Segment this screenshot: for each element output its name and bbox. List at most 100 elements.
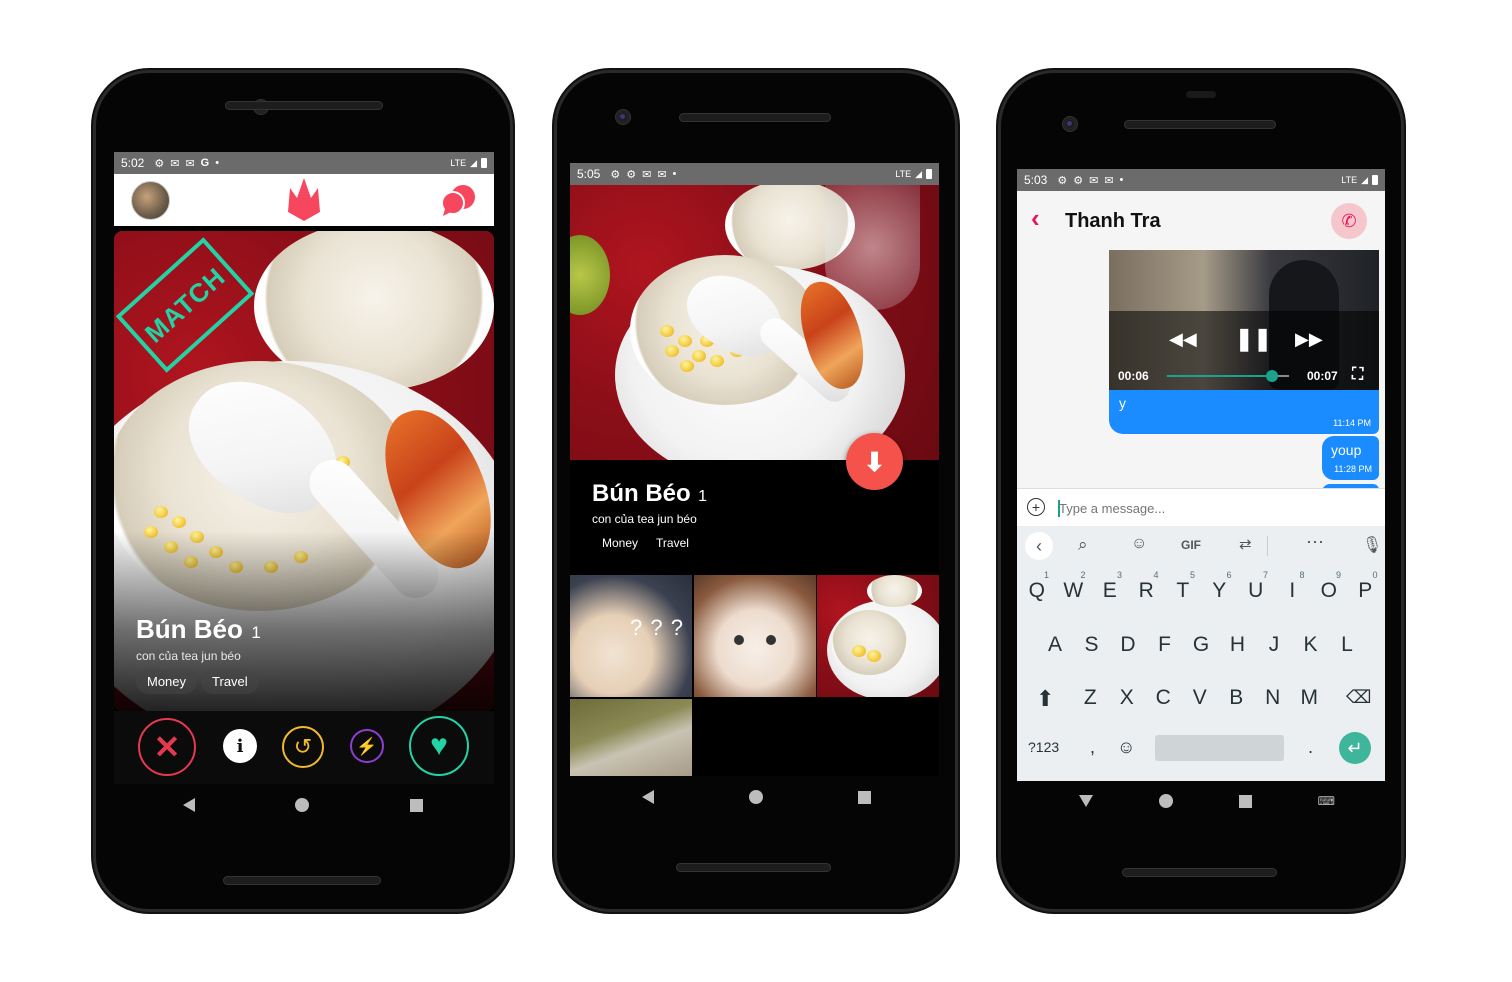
earpiece-speaker — [1124, 120, 1276, 129]
gear-icon: ⚙ — [154, 157, 165, 170]
profile-age: 1 — [698, 488, 708, 505]
key-z[interactable]: Z — [1072, 686, 1109, 710]
enter-button[interactable]: ↵ — [1339, 732, 1371, 764]
key-label: R — [1138, 579, 1154, 602]
search-icon[interactable]: ⌕ — [1078, 535, 1088, 555]
grid-photo-cat[interactable] — [694, 575, 816, 697]
call-button[interactable]: ✆ — [1331, 203, 1367, 239]
home-icon[interactable] — [295, 798, 310, 812]
chat-title: Thanh Tra — [1065, 210, 1161, 232]
gif-button[interactable]: GIF — [1181, 538, 1201, 552]
fast-forward-icon[interactable]: ▶▶ — [1295, 329, 1323, 350]
key-m[interactable]: M — [1291, 686, 1328, 710]
emoji-icon[interactable]: ☺ — [1117, 737, 1135, 758]
key-p[interactable]: 0P — [1347, 570, 1384, 603]
grid-photo-cat-sleeping[interactable] — [570, 699, 692, 776]
video-message[interactable]: ◀◀ ❚❚ ▶▶ 00:06 00:07 ⛶ — [1109, 250, 1379, 390]
message-input[interactable] — [1059, 495, 1359, 521]
key-x[interactable]: X — [1109, 686, 1146, 710]
status-right: LTE ◢ — [1341, 175, 1378, 186]
card-info: Bún Béo 1 con của tea jun béo Money Trav… — [136, 614, 261, 694]
key-q[interactable]: 1Q — [1019, 570, 1056, 603]
video-seekbar[interactable] — [1167, 370, 1289, 382]
key-j[interactable]: J — [1256, 633, 1293, 657]
nope-button[interactable]: ✕ — [138, 718, 196, 776]
key-r[interactable]: 4R — [1128, 570, 1165, 603]
translate-icon[interactable]: ⇄ — [1239, 535, 1252, 553]
key-s[interactable]: S — [1073, 633, 1110, 657]
recents-icon[interactable] — [857, 790, 871, 804]
card-tags: Money Travel — [136, 669, 261, 694]
comma-key[interactable]: , — [1090, 737, 1095, 758]
key-e[interactable]: 3E — [1092, 570, 1129, 603]
avatar[interactable] — [131, 181, 170, 220]
video-seekbar-thumb[interactable] — [1265, 370, 1278, 382]
key-hint: 8 — [1299, 570, 1305, 580]
flame-logo-icon[interactable] — [286, 176, 322, 222]
key-a[interactable]: A — [1037, 633, 1074, 657]
add-attachment-icon[interactable]: + — [1027, 498, 1045, 516]
key-label: W — [1063, 579, 1084, 602]
key-w[interactable]: 2W — [1055, 570, 1092, 603]
key-d[interactable]: D — [1110, 633, 1147, 657]
gear-icon: ⚙ — [1073, 174, 1084, 187]
rewind-button[interactable]: ↺ — [282, 726, 324, 768]
key-f[interactable]: F — [1146, 633, 1183, 657]
key-u[interactable]: 7U — [1238, 570, 1275, 603]
symbols-key[interactable]: ?123 — [1028, 739, 1059, 755]
home-icon[interactable] — [748, 790, 763, 804]
pause-icon[interactable]: ❚❚ — [1235, 326, 1272, 352]
speaker-grille-top — [1186, 91, 1216, 98]
key-i[interactable]: 8I — [1274, 570, 1311, 603]
info-button[interactable]: i — [223, 729, 257, 763]
key-h[interactable]: H — [1219, 633, 1256, 657]
grid-photo-cat-question[interactable]: ? ? ? — [570, 575, 692, 697]
period-key[interactable]: . — [1308, 737, 1313, 758]
tag-chip: Money — [602, 536, 639, 550]
back-icon[interactable] — [641, 790, 654, 804]
front-camera — [1063, 117, 1077, 131]
collapse-fab[interactable]: ⬇ — [846, 433, 903, 490]
nav-bar — [594, 790, 918, 804]
key-o[interactable]: 9O — [1311, 570, 1348, 603]
info-icon: i — [236, 735, 244, 757]
shift-icon[interactable]: ⬆ — [1036, 686, 1054, 712]
keyboard-switch-icon[interactable]: ⌨ — [1318, 794, 1335, 808]
keyboard-row-4: ?123 , ☺ . ↵ — [1017, 732, 1385, 774]
recents-icon[interactable] — [409, 798, 423, 812]
recents-icon[interactable] — [1238, 794, 1252, 808]
home-icon[interactable] — [1158, 794, 1173, 808]
key-k[interactable]: K — [1292, 633, 1329, 657]
notification-icons: ⚙ ⚙ ✉ ✉ • — [610, 168, 676, 181]
key-l[interactable]: L — [1329, 633, 1366, 657]
chat-bubbles-icon[interactable] — [441, 183, 477, 217]
keyboard-collapse-button[interactable]: ‹ — [1025, 532, 1053, 560]
key-n[interactable]: N — [1255, 686, 1292, 710]
boost-button[interactable]: ⚡ — [350, 729, 384, 763]
key-c[interactable]: C — [1145, 686, 1182, 710]
mic-icon[interactable]: 🎙 — [1362, 535, 1382, 555]
key-g[interactable]: G — [1183, 633, 1220, 657]
key-v[interactable]: V — [1182, 686, 1219, 710]
rewind-icon[interactable]: ◀◀ — [1169, 329, 1197, 350]
swipe-card[interactable]: MATCH Bún Béo 1 con của tea jun béo Mone… — [114, 231, 494, 711]
sticker-icon[interactable]: ☺ — [1131, 535, 1147, 553]
backspace-icon[interactable]: ⌫ — [1346, 687, 1371, 708]
key-y[interactable]: 6Y — [1201, 570, 1238, 603]
notification-icons: ⚙ ⚙ ✉ ✉ • — [1057, 174, 1123, 187]
key-b[interactable]: B — [1218, 686, 1255, 710]
keyboard-row-1: 1Q2W3E4R5T6Y7U8I9O0P — [1017, 570, 1385, 603]
grid-photo-food[interactable] — [817, 575, 939, 697]
mail-icon: ✉ — [1089, 174, 1099, 187]
fullscreen-icon[interactable]: ⛶ — [1352, 366, 1363, 384]
key-t[interactable]: 5T — [1165, 570, 1202, 603]
back-arrow-icon[interactable]: ‹ — [1031, 205, 1040, 231]
back-icon[interactable] — [1078, 795, 1093, 807]
close-icon: ✕ — [153, 729, 181, 765]
like-button[interactable]: ♥ — [409, 716, 469, 776]
key-hint: 0 — [1372, 570, 1378, 580]
app-header — [114, 174, 494, 226]
space-key[interactable] — [1155, 735, 1284, 761]
more-icon[interactable]: ⋯ — [1306, 532, 1324, 553]
back-icon[interactable] — [183, 798, 196, 812]
